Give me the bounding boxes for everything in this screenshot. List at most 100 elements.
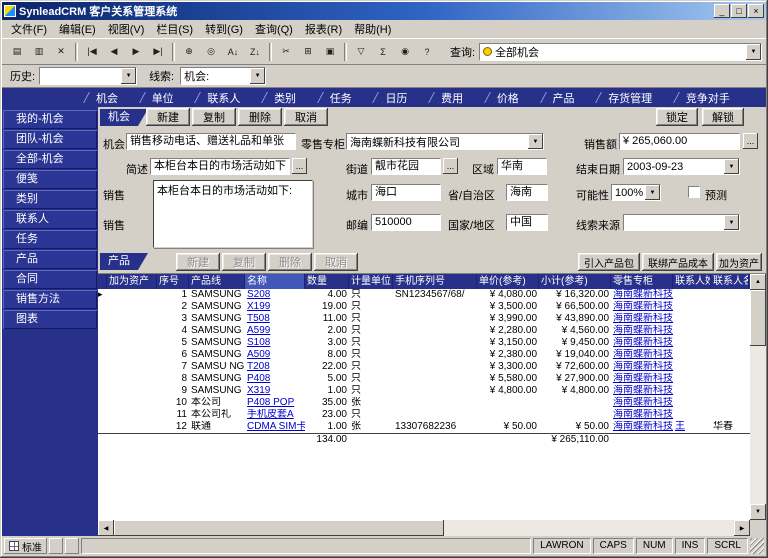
column-header-8[interactable]: 单价(参考) xyxy=(477,274,539,289)
horizontal-scrollbar[interactable]: ◀ ▶ xyxy=(98,520,750,536)
delete-button[interactable]: 删除 xyxy=(238,108,282,126)
copy-button[interactable]: 复制 xyxy=(192,108,236,126)
vertical-scrollbar[interactable]: ▲ ▼ xyxy=(750,274,766,520)
table-row[interactable]: 9SAMSUNGX3191.00只¥ 4,800.00¥ 4,800.00海南蝶… xyxy=(98,385,766,397)
menu-item-6[interactable]: 查询(Q) xyxy=(249,20,299,38)
cell-name[interactable]: P408 xyxy=(245,373,305,385)
sort-asc-icon[interactable]: A↓ xyxy=(222,42,244,62)
tab-2[interactable]: 单位 xyxy=(142,90,174,106)
menu-item-8[interactable]: 帮助(H) xyxy=(348,20,397,38)
lead-source-combo[interactable]: ▼ xyxy=(623,214,740,231)
cell-counter[interactable]: 海南蝶新科技有限公司 xyxy=(611,337,673,349)
menu-item-1[interactable]: 文件(F) xyxy=(5,20,53,38)
next-record-icon[interactable]: ▶ xyxy=(125,42,147,62)
sidebar-item-10[interactable]: 销售方法 xyxy=(3,290,97,309)
country-input[interactable]: 中国 xyxy=(506,214,548,231)
province-input[interactable]: 海南 xyxy=(506,184,548,201)
chevron-down-icon[interactable]: ▼ xyxy=(250,68,265,84)
table-row[interactable]: 11本公司礼手机皮套A23.00只海南蝶新科技有限公司 xyxy=(98,409,766,421)
scroll-down-icon[interactable]: ▼ xyxy=(750,504,766,520)
table-row[interactable]: 8SAMSUNGP4085.00只¥ 5,580.00¥ 27,900.00海南… xyxy=(98,373,766,385)
column-header-4[interactable]: 名称 xyxy=(245,274,305,289)
counter-combo[interactable]: 海南蝶新科技有限公司 ▼ xyxy=(346,133,544,150)
delete-icon[interactable]: ✕ xyxy=(50,42,72,62)
sidebar-item-1[interactable]: 我的-机会 xyxy=(3,110,97,129)
filter-icon[interactable]: ▽ xyxy=(350,42,372,62)
tab-3[interactable]: 联系人 xyxy=(197,90,240,106)
menu-item-2[interactable]: 编辑(E) xyxy=(53,20,102,38)
table-row[interactable]: 2SAMSUNGX19919.00只¥ 3,500.00¥ 66,500.00海… xyxy=(98,301,766,313)
scroll-track[interactable] xyxy=(750,346,766,504)
column-header-10[interactable]: 零售专柜 xyxy=(611,274,673,289)
cell-asset[interactable] xyxy=(107,325,157,337)
cell-name[interactable]: T508 xyxy=(245,313,305,325)
menu-item-7[interactable]: 报表(R) xyxy=(299,20,348,38)
amount-more-button[interactable]: ... xyxy=(743,133,758,149)
tab-5[interactable]: 任务 xyxy=(320,90,352,106)
table-row[interactable]: 12联通CDMA SIM卡1.00张13307682236¥ 50.00¥ 50… xyxy=(98,421,766,433)
chevron-down-icon[interactable]: ▼ xyxy=(528,134,543,149)
scroll-left-icon[interactable]: ◀ xyxy=(98,520,114,536)
sidebar-item-5[interactable]: 类别 xyxy=(3,190,97,209)
help-icon[interactable]: ? xyxy=(416,42,438,62)
last-record-icon[interactable]: ▶| xyxy=(147,42,169,62)
cell-asset[interactable] xyxy=(107,361,157,373)
product-delete-button[interactable]: 删除 xyxy=(268,253,312,271)
chevron-down-icon[interactable]: ▼ xyxy=(724,215,739,230)
table-row[interactable]: ▸1SAMSUNGS2084.00只SN1234567/68/¥ 4,080.0… xyxy=(98,289,766,301)
cell-name[interactable]: S208 xyxy=(245,289,305,301)
chevron-down-icon[interactable]: ▼ xyxy=(121,68,136,84)
sort-desc-icon[interactable]: Z↓ xyxy=(244,42,266,62)
search-icon[interactable]: ◎ xyxy=(200,42,222,62)
new-icon[interactable]: ▤ xyxy=(6,42,28,62)
view-toggle-button-1[interactable] xyxy=(49,538,63,554)
chevron-down-icon[interactable]: ▼ xyxy=(746,44,761,60)
sidebar-item-9[interactable]: 合同 xyxy=(3,270,97,289)
history-combo[interactable]: ▼ xyxy=(39,67,137,85)
cell-asset[interactable] xyxy=(107,397,157,409)
amount-input[interactable]: ¥ 265,060.00 xyxy=(619,133,740,150)
cell-asset[interactable] xyxy=(107,385,157,397)
tab-1[interactable]: 机会 xyxy=(86,90,118,106)
paste-icon[interactable]: ▣ xyxy=(319,42,341,62)
column-header-12[interactable]: 联系人名 xyxy=(711,274,749,289)
cell-name[interactable]: CDMA SIM卡 xyxy=(245,421,305,433)
cell-counter[interactable]: 海南蝶新科技有限公司 xyxy=(611,289,673,301)
tab-8[interactable]: 价格 xyxy=(487,90,519,106)
table-row[interactable]: 3SAMSUNGT50811.00只¥ 3,990.00¥ 43,890.00海… xyxy=(98,313,766,325)
cell-name[interactable]: T208 xyxy=(245,361,305,373)
brief-more-button[interactable]: ... xyxy=(292,158,307,174)
column-header-11[interactable]: 联系人姓 xyxy=(673,274,711,289)
cell-counter[interactable]: 海南蝶新科技有限公司 xyxy=(611,409,673,421)
cell-asset[interactable] xyxy=(107,289,157,301)
scroll-thumb[interactable] xyxy=(114,520,444,536)
city-input[interactable]: 海口 xyxy=(371,184,441,201)
cut-icon[interactable]: ✂ xyxy=(275,42,297,62)
product-new-button[interactable]: 新建 xyxy=(176,253,220,271)
cell-asset[interactable] xyxy=(107,373,157,385)
column-header-6[interactable]: 计量单位 xyxy=(349,274,393,289)
cell-name[interactable]: S108 xyxy=(245,337,305,349)
print-icon[interactable]: ▥ xyxy=(28,42,50,62)
cell-asset[interactable] xyxy=(107,313,157,325)
sum-icon[interactable]: Σ xyxy=(372,42,394,62)
cell-counter[interactable]: 海南蝶新科技有限公司 xyxy=(611,361,673,373)
view-selector[interactable]: 标准 xyxy=(4,538,47,554)
sidebar-item-6[interactable]: 联系人 xyxy=(3,210,97,229)
menu-item-5[interactable]: 转到(G) xyxy=(199,20,249,38)
cancel-button[interactable]: 取消 xyxy=(284,108,328,126)
column-header-5[interactable]: 数量 xyxy=(305,274,349,289)
maximize-button[interactable]: □ xyxy=(731,4,747,18)
product-copy-button[interactable]: 复制 xyxy=(222,253,266,271)
first-record-icon[interactable]: |◀ xyxy=(81,42,103,62)
view-toggle-button-2[interactable] xyxy=(65,538,79,554)
probability-combo[interactable]: 100% ▼ xyxy=(611,184,661,201)
tab-11[interactable]: 竞争对手 xyxy=(676,90,730,106)
cell-counter[interactable]: 海南蝶新科技有限公司 xyxy=(611,373,673,385)
cell-asset[interactable] xyxy=(107,409,157,421)
cell-counter[interactable]: 海南蝶新科技有限公司 xyxy=(611,301,673,313)
cell-asset[interactable] xyxy=(107,301,157,313)
scroll-up-icon[interactable]: ▲ xyxy=(750,274,766,290)
tab-9[interactable]: 产品 xyxy=(543,90,575,106)
end-date-combo[interactable]: 2003-09-23 ▼ xyxy=(623,158,740,175)
